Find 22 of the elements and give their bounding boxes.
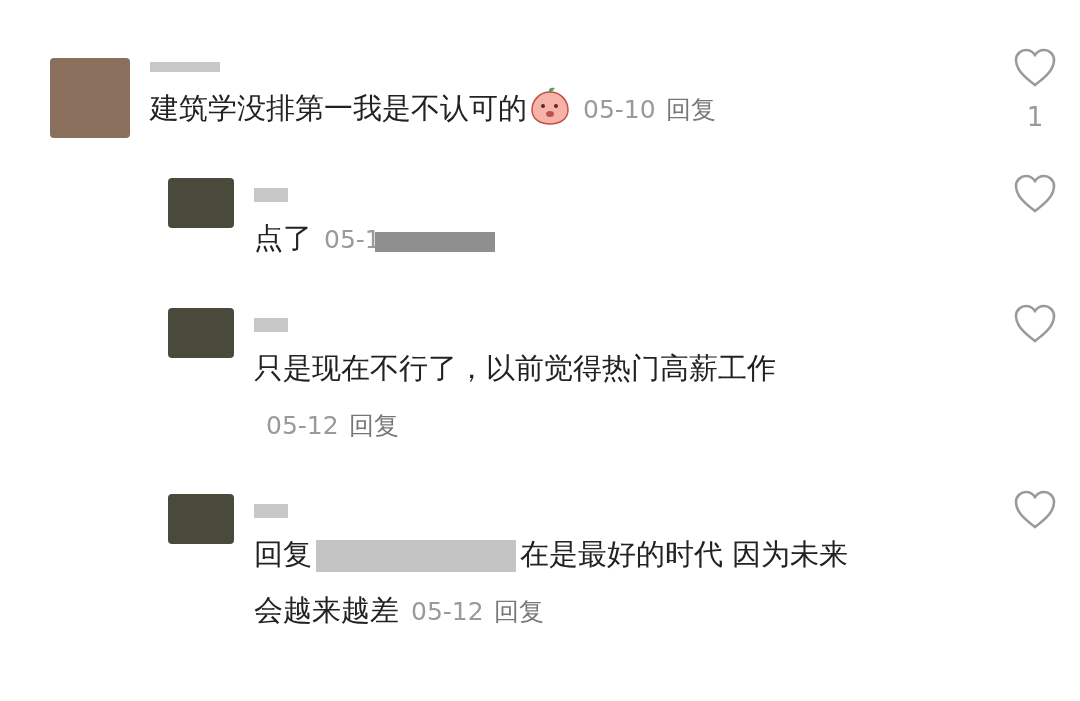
redacted-name bbox=[254, 188, 288, 202]
like-count: 1 bbox=[1026, 102, 1044, 132]
heart-icon[interactable] bbox=[1013, 304, 1057, 344]
comment-date: 05-12 bbox=[266, 411, 339, 440]
reply-prefix: 回复 bbox=[254, 537, 312, 571]
reply-link[interactable]: 回复 bbox=[348, 411, 399, 440]
comment-date: 05-1 bbox=[324, 225, 381, 254]
heart-icon[interactable] bbox=[1013, 174, 1057, 214]
reply-link[interactable]: 回复 bbox=[493, 597, 544, 626]
reply-link[interactable]: 回复 bbox=[665, 95, 716, 124]
comment-text: 建筑学没排第一我是不认可的 bbox=[150, 91, 527, 125]
comment-text: 在是最好的时代 因为未来 bbox=[520, 536, 849, 573]
comment-text: 点了 bbox=[254, 221, 312, 255]
comment-date: 05-12 bbox=[411, 597, 484, 626]
redacted-name bbox=[254, 318, 288, 332]
comment-date: 05-10 bbox=[583, 95, 656, 124]
redacted-name bbox=[254, 504, 288, 518]
heart-icon[interactable] bbox=[1013, 490, 1057, 530]
comment-text: 会越来越差 bbox=[254, 592, 399, 629]
redacted-name bbox=[150, 62, 220, 72]
comment-text: 只是现在不行了，以前觉得热门高薪工作 bbox=[254, 351, 776, 385]
heart-icon[interactable] bbox=[1013, 48, 1057, 88]
